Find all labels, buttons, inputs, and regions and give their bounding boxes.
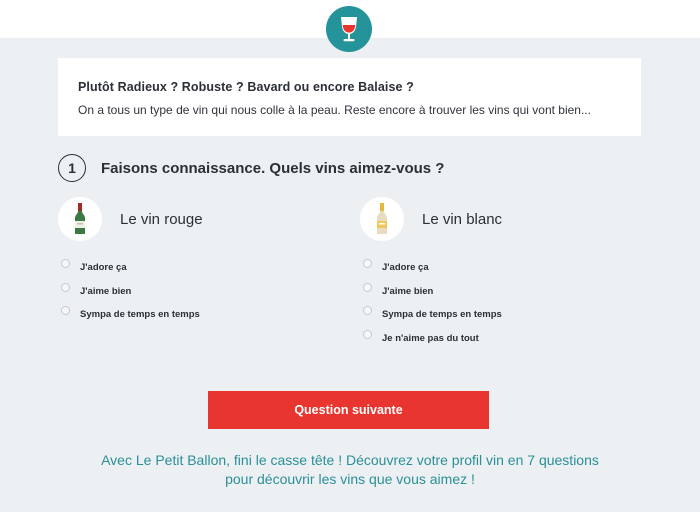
red-wine-option-3[interactable]: Sympa de temps en temps (58, 303, 203, 327)
white-wine-bottle-icon (360, 197, 404, 241)
intro-card: Plutôt Radieux ? Robuste ? Bavard ou enc… (58, 58, 641, 136)
option-label[interactable]: J'adore ça (382, 262, 429, 273)
option-label[interactable]: Je n'aime pas du tout (382, 333, 479, 344)
next-question-button[interactable]: Question suivante (208, 391, 489, 429)
option-label[interactable]: J'aime bien (80, 286, 131, 297)
radio-button[interactable] (61, 259, 70, 269)
footer-line-1: Avec Le Petit Ballon, fini le casse tête… (101, 452, 599, 468)
footer-line-2: pour découvrir les vins que vous aimez ! (225, 470, 475, 487)
radio-button[interactable] (363, 306, 372, 316)
red-wine-option-1[interactable]: J'adore ça (58, 256, 203, 280)
white-wine-title: Le vin blanc (422, 210, 503, 228)
radio-button[interactable] (363, 282, 372, 292)
radio-button[interactable] (61, 306, 70, 316)
step-number-badge: 1 (58, 154, 86, 182)
red-wine-option-2[interactable]: J'aime bien (58, 280, 203, 304)
radio-button[interactable] (363, 259, 372, 269)
intro-title: Plutôt Radieux ? Robuste ? Bavard ou enc… (78, 80, 414, 94)
radio-button[interactable] (363, 329, 372, 339)
white-wine-option-3[interactable]: Sympa de temps en temps (360, 303, 502, 327)
white-wine-option-4[interactable]: Je n'aime pas du tout (360, 327, 502, 351)
wine-glass-icon[interactable] (326, 6, 372, 52)
red-wine-options: J'adore ça J'aime bien Sympa de temps en… (58, 256, 203, 327)
white-wine-options: J'adore ça J'aime bien Sympa de temps en… (360, 256, 502, 350)
white-wine-option-2[interactable]: J'aime bien (360, 280, 502, 304)
radio-button[interactable] (61, 282, 70, 292)
question-title: Faisons connaissance. Quels vins aimez-v… (101, 159, 445, 177)
white-wine-option-1[interactable]: J'adore ça (360, 256, 502, 280)
footer-tagline: Avec Le Petit Ballon, fini le casse tête… (40, 451, 660, 488)
question-header: 1 Faisons connaissance. Quels vins aimez… (58, 154, 444, 182)
option-label[interactable]: J'adore ça (80, 262, 127, 273)
red-wine-section: Le vin rouge J'adore ça J'aime bien Symp… (58, 197, 203, 327)
white-wine-section: Le vin blanc J'adore ça J'aime bien Symp… (360, 197, 502, 350)
red-wine-bottle-icon (58, 197, 102, 241)
option-label[interactable]: Sympa de temps en temps (382, 309, 502, 320)
option-label[interactable]: J'aime bien (382, 286, 433, 297)
white-wine-header: Le vin blanc (360, 197, 502, 241)
intro-text: On a tous un type de vin qui nous colle … (78, 103, 591, 117)
red-wine-header: Le vin rouge (58, 197, 203, 241)
red-wine-title: Le vin rouge (120, 210, 203, 228)
option-label[interactable]: Sympa de temps en temps (80, 309, 200, 320)
